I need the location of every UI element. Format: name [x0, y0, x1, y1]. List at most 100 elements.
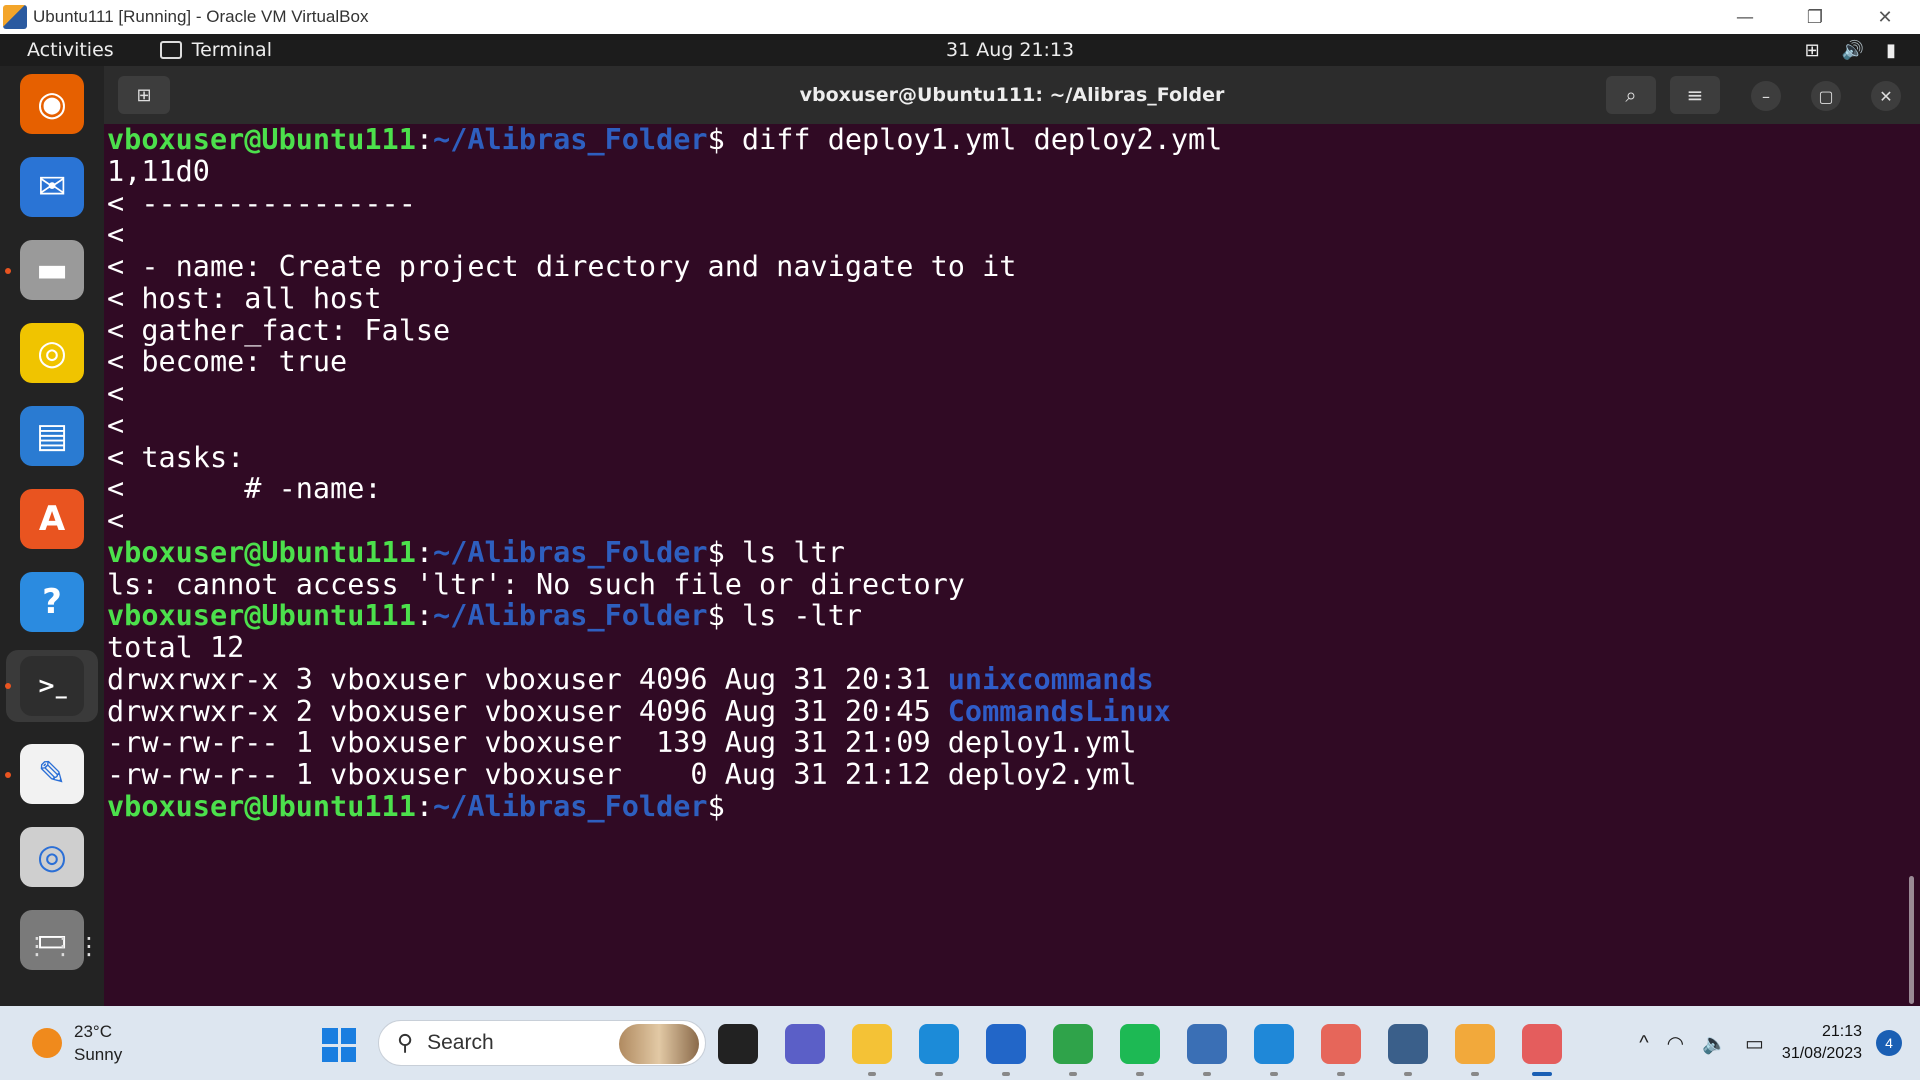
dock-item[interactable]: ◎ — [17, 318, 87, 388]
minimize-icon: – — [1762, 86, 1770, 106]
listing-filename: CommandsLinux — [947, 694, 1171, 728]
taskbar-running-indicator — [1002, 1072, 1010, 1076]
disc-icon: ◎ — [20, 827, 84, 887]
writer-icon: ▤ — [20, 406, 84, 466]
running-indicator — [5, 683, 11, 689]
dock-item[interactable]: ? — [17, 567, 87, 637]
speaker-icon[interactable]: 🔈 — [1702, 1031, 1727, 1056]
terminal-scrollbar[interactable] — [1909, 876, 1914, 1004]
chrome-icon[interactable] — [1053, 1024, 1093, 1064]
prompt-line-current: vboxuser@Ubuntu111:~/Alibras_Folder$ — [107, 789, 1920, 823]
terminal-minimize-button[interactable]: – — [1751, 81, 1781, 111]
network-icon: ⊞ — [1804, 39, 1820, 61]
running-indicator — [5, 268, 11, 274]
system-tray: ^ ◠ 🔈 ▭ 21:13 31/08/2023 4 — [1639, 1006, 1920, 1080]
ubuntu-dock: ◉ ✉ ▬ ◎ ▤ A? >_ ✎ ◎ ▭ ⋮⋮⋮ — [0, 66, 104, 1006]
dock-item[interactable]: ✎ — [17, 739, 87, 809]
menu-button[interactable]: ≡ — [1670, 76, 1720, 114]
prompt-symbol: $ — [707, 124, 725, 156]
taskbar-running-indicator — [1404, 1072, 1412, 1076]
taskbar-running-indicator — [935, 1072, 943, 1076]
window-title: Ubuntu111 [Running] - Oracle VM VirtualB… — [33, 7, 369, 26]
slack-icon[interactable] — [1187, 1024, 1227, 1064]
thunderbird-icon: ✉ — [20, 157, 84, 217]
taskbar-running-indicator — [1069, 1072, 1077, 1076]
terminal-close-button[interactable]: ✕ — [1871, 81, 1901, 111]
window-titlebar: Ubuntu111 [Running] - Oracle VM VirtualB… — [0, 0, 1920, 34]
app-menu-terminal[interactable]: Terminal — [159, 39, 272, 61]
spotify-icon[interactable] — [1120, 1024, 1160, 1064]
text-editor-icon: ✎ — [20, 744, 84, 804]
terminal-maximize-button[interactable]: ▢ — [1811, 81, 1841, 111]
vscode-icon[interactable] — [1254, 1024, 1294, 1064]
taskbar-time: 21:13 — [1821, 1023, 1862, 1040]
listing-filename: deploy1.yml — [947, 726, 1137, 760]
diff-output-line: < # -name: — [107, 472, 382, 506]
terminal-output[interactable]: vboxuser@Ubuntu111:~/Alibras_Folder$ dif… — [104, 124, 1920, 1006]
listing-filename: unixcommands — [947, 662, 1154, 696]
virtualbox-icon[interactable] — [1388, 1024, 1428, 1064]
total-line: total 12 — [107, 631, 245, 664]
listing-row: drwxrwxr-x 3 vboxuser vboxuser 4096 Aug … — [107, 662, 1920, 696]
firefox-icon: ◉ — [20, 74, 84, 134]
wifi-icon[interactable]: ◠ — [1667, 1031, 1684, 1056]
diff-output-line: < tasks: — [107, 440, 245, 474]
start-button[interactable] — [322, 1028, 356, 1062]
app-center-icon: A — [20, 489, 84, 549]
prompt-colon: : — [415, 535, 434, 569]
notification-badge[interactable]: 4 — [1876, 1030, 1902, 1056]
top-bar-clock[interactable]: 31 Aug 21:13 — [946, 39, 1074, 61]
dock-item[interactable]: ◎ — [17, 822, 87, 892]
dock-item[interactable]: ✉ — [17, 152, 87, 222]
dock-item[interactable]: ▤ — [17, 401, 87, 471]
taskbar-running-indicator — [1532, 1072, 1552, 1076]
prompt-user-host: vboxuser@Ubuntu111 — [107, 599, 416, 633]
diff-output-line: 1,11d0 — [107, 154, 210, 188]
show-hidden-icons-chevron-icon[interactable]: ^ — [1639, 1032, 1648, 1055]
prompt-colon: : — [415, 599, 434, 633]
terminal-headerbar: ⊞ vboxuser@Ubuntu111: ~/Alibras_Folder ⌕… — [104, 66, 1920, 124]
diff-output-line: < ---------------- — [107, 186, 416, 220]
battery-icon[interactable]: ▭ — [1745, 1031, 1764, 1056]
prompt-symbol: $ — [707, 789, 725, 823]
prompt-symbol: $ — [707, 599, 725, 633]
notes-icon[interactable] — [1455, 1024, 1495, 1064]
activities-button[interactable]: Activities — [27, 39, 114, 61]
app-menu-label: Terminal — [191, 39, 272, 61]
system-menu[interactable]: ⊞ 🔊 ▮ — [1805, 40, 1896, 61]
edge-icon[interactable] — [919, 1024, 959, 1064]
taskbar-running-indicator — [1270, 1072, 1278, 1076]
running-indicator — [5, 772, 11, 778]
window-restore-button[interactable]: ❐ — [1780, 0, 1850, 34]
prompt-path: ~/Alibras_Folder — [433, 535, 708, 569]
window-minimize-button[interactable]: — — [1710, 0, 1780, 34]
dock-item[interactable]: >_ — [6, 650, 98, 722]
window-close-button[interactable]: ✕ — [1850, 0, 1920, 34]
taskbar-clock[interactable]: 21:13 31/08/2023 — [1782, 1021, 1862, 1065]
dock-item[interactable]: A — [17, 484, 87, 554]
search-button[interactable]: ⌕ — [1606, 76, 1656, 114]
task-view-icon[interactable] — [718, 1024, 758, 1064]
prompt-path: ~/Alibras_Folder — [433, 124, 708, 156]
command-text: ls ltr — [724, 535, 845, 569]
weather-widget[interactable]: 23°C Sunny — [32, 1020, 122, 1066]
dock-item[interactable]: ◉ — [17, 69, 87, 139]
show-apps-grid-icon[interactable]: ⋮⋮⋮ — [25, 934, 101, 988]
dock-item[interactable]: ▬ — [17, 235, 87, 305]
diff-output-line: < host: all host — [107, 281, 382, 315]
diff-output-line: < — [107, 218, 125, 252]
store-icon[interactable] — [986, 1024, 1026, 1064]
virtualbox-logo-icon — [3, 5, 27, 29]
prompt-user-host: vboxuser@Ubuntu111 — [107, 124, 416, 156]
git-icon[interactable] — [1321, 1024, 1361, 1064]
close-icon: ✕ — [1879, 86, 1893, 106]
hamburger-menu-icon: ≡ — [1686, 83, 1704, 107]
teams-icon[interactable] — [785, 1024, 825, 1064]
taskbar-search[interactable]: ⚲ Search — [378, 1020, 706, 1066]
search-label: Search — [427, 1031, 494, 1054]
diff-output-line: < — [107, 408, 125, 442]
prompt-line: vboxuser@Ubuntu111:~/Alibras_Folder$ ls … — [107, 535, 1920, 569]
snipping-tool-icon[interactable] — [1522, 1024, 1562, 1064]
listing-meta: drwxrwxr-x 2 vboxuser vboxuser 4096 Aug … — [107, 694, 948, 728]
file-explorer-icon[interactable] — [852, 1024, 892, 1064]
